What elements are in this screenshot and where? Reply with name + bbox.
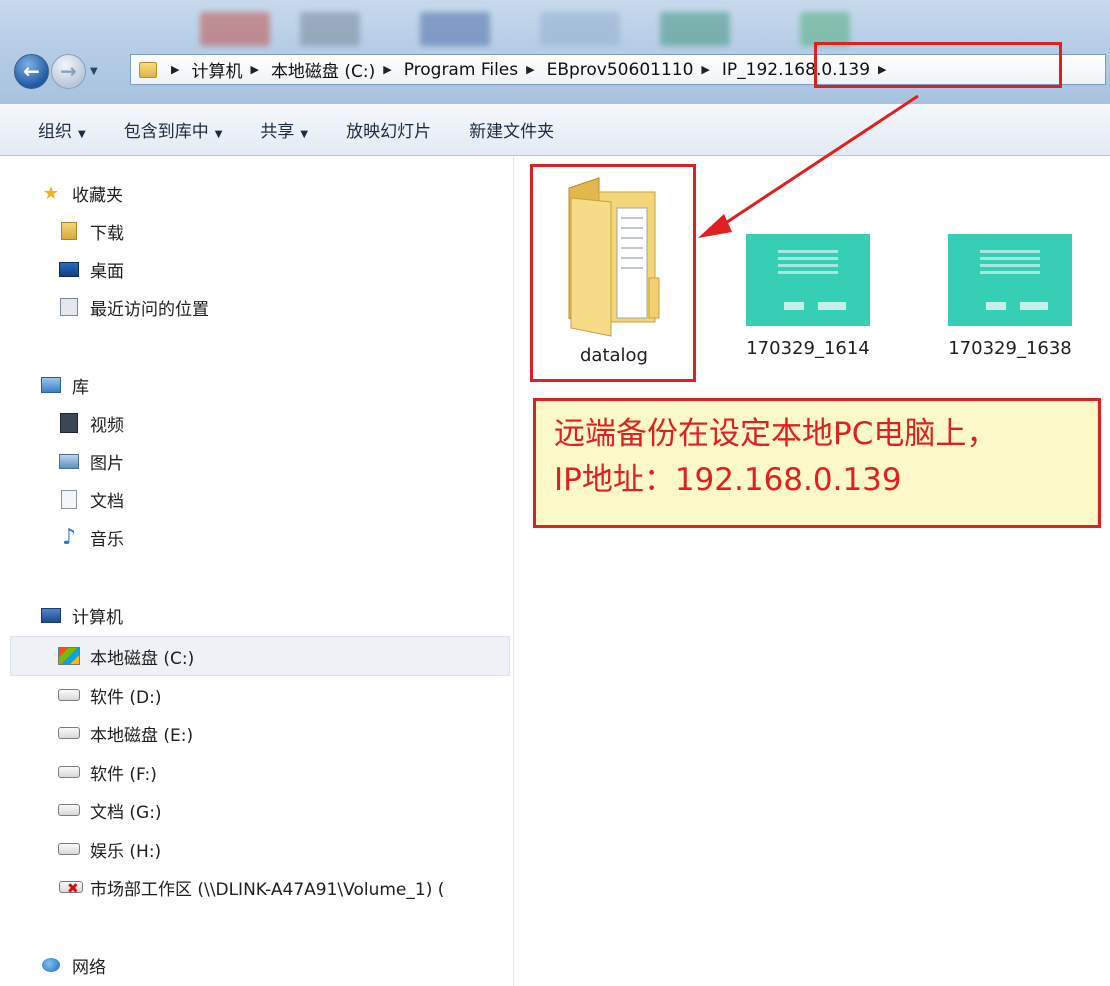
- pictures-icon: [58, 451, 80, 471]
- arrow-right-icon: →: [60, 59, 77, 83]
- drive-icon: [58, 800, 80, 820]
- star-icon: ★: [42, 182, 60, 204]
- nav-network[interactable]: 网络: [40, 948, 106, 982]
- breadcrumb-item[interactable]: 本地磁盘 (C:) ▶: [271, 57, 404, 82]
- back-button[interactable]: ←: [14, 53, 49, 89]
- chevron-right-icon: ▶: [526, 63, 535, 76]
- annotation-callout: 远端备份在设定本地PC电脑上， IP地址：192.168.0.139: [533, 398, 1101, 528]
- computer-icon: [40, 605, 62, 625]
- share-button[interactable]: 共享 ▼: [260, 117, 308, 142]
- drive-icon: [58, 685, 80, 705]
- chevron-down-icon: ▼: [300, 129, 309, 140]
- include-in-library-button[interactable]: 包含到库中 ▼: [124, 117, 223, 142]
- file-name: 170329_1614: [746, 338, 870, 359]
- nav-pictures[interactable]: 图片: [58, 444, 124, 478]
- chevron-down-icon: ▼: [214, 129, 223, 140]
- network-icon: [40, 955, 62, 975]
- chevron-right-icon: ▶: [171, 63, 180, 76]
- chevron-right-icon: ▶: [383, 63, 392, 76]
- drive-icon: [58, 762, 80, 782]
- breadcrumb-item[interactable]: 计算机 ▶: [191, 57, 270, 82]
- recent-places-icon: [58, 297, 80, 317]
- nav-videos[interactable]: 视频: [58, 406, 124, 440]
- forward-button[interactable]: →: [51, 53, 86, 89]
- blurred-background: [800, 12, 850, 46]
- new-folder-button[interactable]: 新建文件夹: [469, 117, 554, 142]
- libraries-icon: [40, 375, 62, 395]
- nav-libraries[interactable]: 库: [40, 368, 89, 402]
- nav-computer[interactable]: 计算机: [40, 598, 123, 632]
- nav-drive-e[interactable]: 本地磁盘 (E:): [58, 716, 193, 750]
- navigation-pane: ★ 收藏夹 下载 桌面 最近访问的位置 库 视频 图片 文档 ♪ 音乐 计算机 本地…: [0, 156, 514, 986]
- breadcrumb-item[interactable]: Program Files ▶: [404, 60, 547, 80]
- nav-network-drive[interactable]: ✖ 市场部工作区 (\\DLINK-A47A91\Volume_1) (: [58, 870, 444, 904]
- nav-drive-g[interactable]: 文档 (G:): [58, 793, 162, 827]
- drive-icon: [58, 723, 80, 743]
- nav-music[interactable]: ♪ 音乐: [58, 520, 124, 554]
- datalog-highlight-box: [530, 164, 696, 382]
- nav-drive-h[interactable]: 娱乐 (H:): [58, 832, 161, 866]
- command-toolbar: 组织 ▼ 包含到库中 ▼ 共享 ▼ 放映幻灯片 新建文件夹: [0, 104, 1110, 156]
- blurred-background: [420, 12, 490, 46]
- callout-line-1: 远端备份在设定本地PC电脑上，: [554, 416, 998, 452]
- nav-drive-c[interactable]: 本地磁盘 (C:): [58, 639, 194, 673]
- history-dropdown-button[interactable]: ▼: [90, 66, 104, 77]
- downloads-folder-icon: [58, 221, 80, 241]
- nav-drive-d[interactable]: 软件 (D:): [58, 678, 162, 712]
- chevron-right-icon: ▶: [701, 63, 710, 76]
- nav-documents[interactable]: 文档: [58, 482, 124, 516]
- image-thumbnail: [746, 234, 870, 326]
- nav-desktop[interactable]: 桌面: [58, 252, 124, 286]
- organize-button[interactable]: 组织 ▼: [38, 117, 86, 142]
- blurred-background: [660, 12, 730, 46]
- blurred-background: [540, 12, 620, 46]
- arrow-left-icon: ←: [23, 59, 40, 83]
- blurred-background: [200, 12, 270, 46]
- nav-recent-places[interactable]: 最近访问的位置: [58, 290, 209, 324]
- chevron-down-icon: ▼: [78, 129, 86, 140]
- music-note-icon: ♪: [61, 524, 77, 550]
- desktop-icon: [58, 259, 80, 279]
- callout-line-2: IP地址：192.168.0.139: [554, 462, 902, 498]
- blurred-background: [300, 12, 360, 46]
- drive-icon: [58, 839, 80, 859]
- image-item-170329-1638[interactable]: 170329_1638: [940, 234, 1080, 359]
- image-thumbnail: [948, 234, 1072, 326]
- breadcrumb-highlight-box: [814, 42, 1062, 88]
- nav-favorites[interactable]: ★ 收藏夹: [40, 176, 123, 210]
- chevron-right-icon: ▶: [250, 63, 259, 76]
- system-drive-icon: [58, 646, 80, 666]
- nav-downloads[interactable]: 下载: [58, 214, 124, 248]
- folder-icon: [139, 61, 157, 78]
- video-icon: [58, 413, 80, 433]
- nav-drive-f[interactable]: 软件 (F:): [58, 755, 157, 789]
- disconnected-network-drive-icon: ✖: [58, 877, 83, 897]
- document-icon: [58, 489, 80, 509]
- image-item-170329-1614[interactable]: 170329_1614: [746, 234, 870, 359]
- slideshow-button[interactable]: 放映幻灯片: [346, 117, 431, 142]
- file-name: 170329_1638: [948, 338, 1072, 359]
- breadcrumb-root-chevron[interactable]: ▶: [163, 63, 191, 76]
- breadcrumb-item[interactable]: EBprov50601110 ▶: [547, 60, 722, 80]
